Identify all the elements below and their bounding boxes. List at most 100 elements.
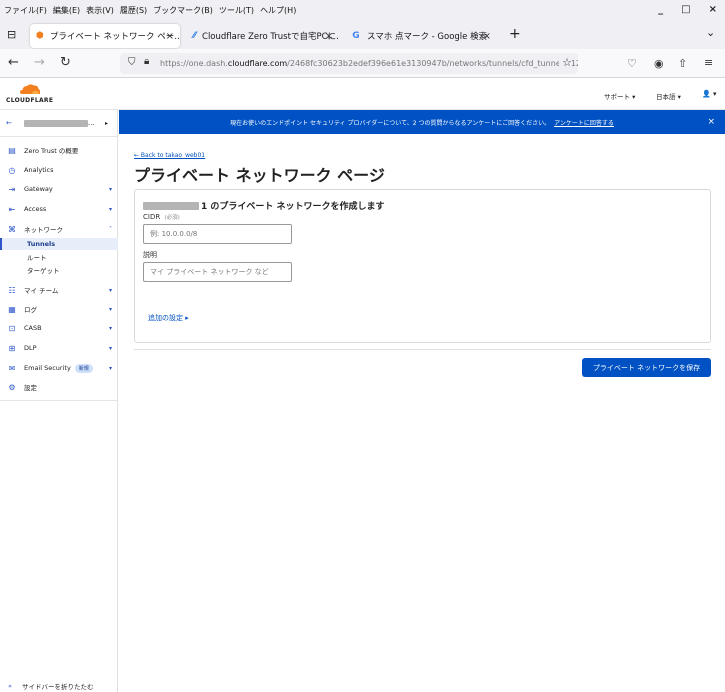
extensions-icon[interactable]: ⇧ [678, 57, 687, 70]
sidebar-item-label: マイ チーム [24, 287, 59, 295]
dlp-icon: ⊞ [8, 343, 16, 353]
chevron-down-icon: ▾ [108, 286, 112, 294]
sidebar-subitem-routes[interactable]: ルート [0, 251, 118, 263]
tunnel-name-redacted [143, 201, 199, 210]
sidebar-item-analytics[interactable]: ◷ Analytics [0, 162, 118, 178]
log-icon: ▦ [8, 304, 16, 314]
sidebar-item-label: ログ [24, 306, 37, 314]
tab-label: Cloudflare Zero Trustで自宅PCに… [202, 32, 339, 42]
tab-google-search[interactable]: G スマホ 点マーク - Google 検索 × [345, 24, 497, 48]
sidebar-item-network[interactable]: ⌘ ネットワーク ˄ [0, 221, 118, 237]
collapse-sidebar-label: サイドバーを折りたたむ [21, 683, 94, 691]
close-tab-icon[interactable]: × [325, 31, 333, 42]
advanced-settings-link[interactable]: 追加の設定 ▸ [148, 313, 189, 323]
network-icon: ⌘ [8, 224, 16, 234]
sidebar-item-logs[interactable]: ▦ ログ ▾ [0, 301, 118, 317]
language-menu[interactable]: 日本語 ▾ [656, 91, 681, 101]
menu-tools[interactable]: ツール(T) [216, 5, 257, 16]
grid-icon: ▤ [8, 145, 16, 155]
save-network-button[interactable]: プライベート ネットワークを保存 [582, 358, 711, 377]
tab-label: スマホ 点マーク - Google 検索 [367, 32, 488, 42]
url-prefix: https://one.dash. [160, 59, 228, 68]
sidebar-item-label: DLP [24, 344, 37, 352]
tab-private-network[interactable]: ⬢ プライベート ネットワーク ペー… × [30, 24, 180, 48]
description-input[interactable] [143, 262, 292, 282]
sidebar-item-email-security[interactable]: ✉ Email Security 新規 ▾ [0, 360, 118, 376]
tab-list-button[interactable]: ⌄ [706, 26, 715, 39]
sidebar-subitem-targets[interactable]: ターゲット [0, 264, 118, 276]
back-link[interactable]: ← Back to takao_web01 [134, 152, 205, 159]
sidebar-item-label: Email Security [24, 364, 71, 372]
account-name-redacted [23, 119, 88, 127]
url-domain: cloudflare.com [227, 59, 288, 68]
hamburger-menu-icon[interactable]: ≡ [704, 56, 713, 69]
pocket-icon[interactable]: ♡ [627, 57, 637, 70]
collapse-sidebar-button[interactable]: « サイドバーを折りたたむ [0, 680, 118, 692]
chevron-down-icon: ▾ [108, 305, 112, 313]
survey-link[interactable]: アンケートに回答する [554, 118, 614, 127]
sidebar-item-my-team[interactable]: ☷ マイ チーム ▾ [0, 282, 118, 298]
tab-strip: ⊟ ⬢ プライベート ネットワーク ペー… × ⁄⁄ Cloudflare Ze… [0, 20, 725, 49]
menu-help[interactable]: ヘルプ(H) [257, 5, 299, 16]
gateway-icon: ⇥ [8, 184, 16, 194]
close-tab-icon[interactable]: × [166, 31, 174, 42]
sidebar: ← ... ▸ ▤ Zero Trust の概要 ◷ Analytics ⇥ G… [0, 110, 118, 692]
page-title: プライベート ネットワーク ページ [134, 166, 385, 185]
chevron-down-icon: ▾ [108, 344, 112, 352]
sidebar-item-label: Analytics [24, 166, 54, 174]
cidr-label: CIDR (必須) [143, 213, 180, 221]
sidebar-item-label: ネットワーク [24, 226, 63, 234]
sidebar-item-settings[interactable]: ⚙ 設定 [0, 379, 118, 395]
sidebar-item-label: Zero Trust の概要 [24, 147, 79, 155]
sidebar-item-dlp[interactable]: ⊞ DLP ▾ [0, 340, 118, 356]
cloudflare-logo[interactable]: CLOUDFLARE [6, 83, 56, 105]
account-name-suffix: ... [87, 119, 95, 127]
window-minimize-button[interactable]: _ [658, 4, 663, 15]
menu-history[interactable]: 履歴(S) [117, 5, 150, 16]
form-divider [134, 349, 711, 350]
chevron-down-icon: ▾ [108, 324, 112, 332]
menu-edit[interactable]: 編集(E) [50, 5, 83, 16]
tab-cloudflare-article[interactable]: ⁄⁄ Cloudflare Zero Trustで自宅PCに… × [187, 24, 339, 48]
back-arrow-icon[interactable]: ← [8, 55, 19, 70]
bookmark-star-icon[interactable]: ☆ [559, 56, 572, 69]
account-icon[interactable]: ◉ [654, 57, 664, 70]
email-icon: ✉ [8, 363, 16, 373]
sidebar-item-gateway[interactable]: ⇥ Gateway ▾ [0, 181, 118, 197]
account-switcher[interactable]: ← ... ▸ [0, 113, 118, 133]
new-tab-button[interactable]: + [509, 26, 521, 42]
shield-icon[interactable]: ⛉ [128, 57, 136, 68]
sidebar-item-overview[interactable]: ▤ Zero Trust の概要 [0, 142, 118, 158]
lock-icon[interactable]: 🔒︎ [144, 56, 149, 67]
survey-banner: 現在お使いのエンドポイント セキュリティ プロバイダーについて、2 つの質問から… [119, 110, 725, 134]
window-close-button[interactable]: × [709, 4, 717, 15]
access-icon: ⇤ [8, 204, 16, 214]
sidebar-subitem-tunnels[interactable]: Tunnels [0, 238, 118, 250]
cidr-input[interactable] [143, 224, 292, 244]
menu-bookmarks[interactable]: ブックマーク(B) [150, 5, 216, 16]
chevron-up-icon: ˄ [109, 225, 112, 233]
user-menu[interactable]: 👤 ▾ [702, 90, 716, 98]
sidebar-item-access[interactable]: ⇤ Access ▾ [0, 201, 118, 217]
window-maximize-button[interactable]: □ [681, 4, 690, 15]
url-bar[interactable]: ⛉ 🔒︎ https://one.dash. cloudflare.com/246… [120, 53, 578, 74]
clock-icon: ◷ [8, 165, 16, 175]
tab-list-all-icon[interactable]: ⊟ [7, 28, 16, 41]
cidr-label-text: CIDR [143, 213, 161, 221]
chevron-right-icon: ▸ [104, 119, 108, 127]
banner-text: 現在お使いのエンドポイント セキュリティ プロバイダーについて、2 つの質問から… [230, 119, 551, 127]
sidebar-divider [0, 136, 118, 137]
casb-icon: ⊡ [8, 323, 16, 333]
menu-view[interactable]: 表示(V) [83, 5, 117, 16]
double-chevron-left-icon: « [8, 682, 12, 690]
close-tab-icon[interactable]: × [483, 31, 491, 42]
chevron-down-icon: ▾ [108, 205, 112, 213]
close-icon[interactable]: × [707, 117, 715, 127]
sidebar-item-casb[interactable]: ⊡ CASB ▾ [0, 320, 118, 336]
sidebar-divider [0, 400, 118, 401]
sidebar-item-label: Gateway [24, 185, 53, 193]
menu-file[interactable]: ファイル(F) [0, 5, 50, 16]
support-menu[interactable]: サポート ▾ [604, 91, 635, 101]
forward-arrow-icon[interactable]: → [34, 55, 45, 70]
reload-icon[interactable]: ↻ [60, 55, 71, 70]
